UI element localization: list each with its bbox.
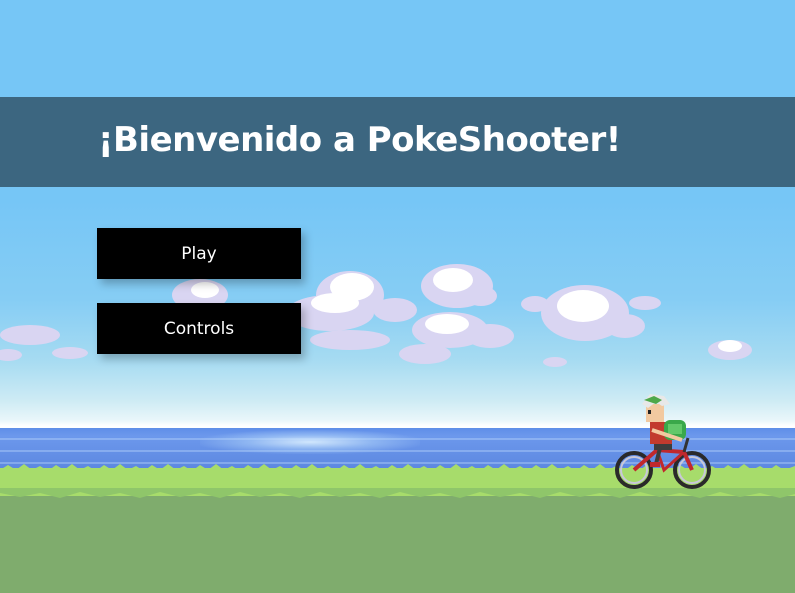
play-button[interactable]: Play: [97, 228, 301, 279]
game-title: ¡Bienvenido a PokeShooter!: [98, 120, 621, 160]
cloud-cluster-right: [521, 285, 752, 367]
game-background: ¡Bienvenido a PokeShooter! Play Controls: [0, 0, 795, 593]
cloud-cluster-center: [399, 264, 514, 364]
sea-sun-reflection: [200, 430, 420, 454]
cyclist-trainer-sprite: [615, 394, 711, 489]
controls-button[interactable]: Controls: [97, 303, 301, 354]
